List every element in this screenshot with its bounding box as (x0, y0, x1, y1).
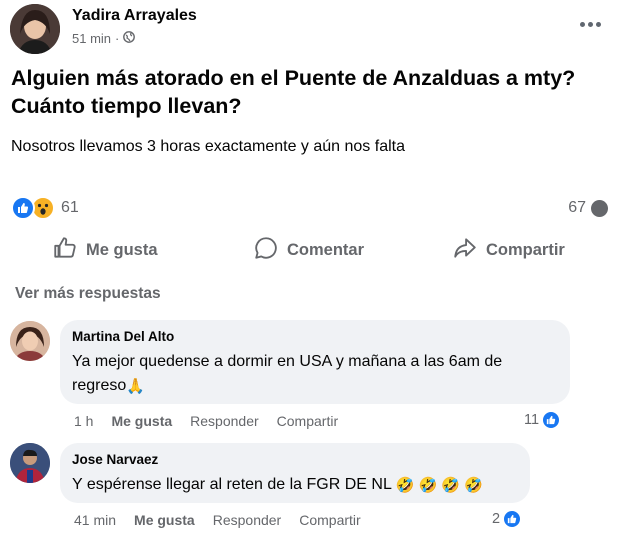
share-button[interactable]: Compartir (452, 232, 565, 268)
comment-count-value: 67 (568, 199, 586, 216)
comment-like-button[interactable]: Me gusta (134, 512, 195, 528)
comment-text: Y espérense llegar al reten de la FGR DE… (72, 473, 518, 498)
author-name[interactable]: Yadira Arrayales (72, 7, 197, 25)
rofl-emoji-icon: 🤣 🤣 🤣 🤣 (395, 477, 483, 494)
comment-reply-button[interactable]: Responder (213, 512, 282, 528)
comment-button[interactable]: Comentar (253, 232, 364, 268)
like-button[interactable]: Me gusta (52, 232, 158, 268)
like-button-label: Me gusta (86, 240, 158, 259)
like-reaction-icon (502, 509, 523, 529)
share-button-label: Compartir (486, 240, 565, 259)
comment-icon (253, 235, 279, 266)
more-replies-link[interactable]: Ver más respuestas (15, 285, 161, 303)
comment-bubble: Martina Del Alto Ya mejor quedense a dor… (60, 320, 570, 404)
post-body: Nosotros llevamos 3 horas exactamente y … (11, 138, 405, 155)
comment-bubble-icon (591, 199, 608, 217)
post-meta: 51 min · (72, 31, 136, 46)
comment-share-button[interactable]: Compartir (299, 512, 360, 528)
comment-text: Ya mejor quedense a dormir en USA y maña… (72, 350, 558, 399)
commenter-name[interactable]: Jose Narvaez (72, 451, 518, 469)
comment-footer: 1 h Me gusta Responder Compartir (74, 413, 338, 429)
comment-reaction-count[interactable]: 2 (492, 509, 523, 529)
comment-reaction-value: 11 (524, 412, 540, 428)
commenter-avatar[interactable] (10, 443, 50, 483)
comment-footer: 41 min Me gusta Responder Compartir (74, 512, 361, 528)
reaction-count: 61 (61, 199, 79, 216)
comment-reaction-count[interactable]: 11 (524, 410, 562, 430)
post-title: Alguien más atorado en el Puente de Anza… (11, 66, 576, 118)
action-bar: Me gusta Comentar Compartir (0, 232, 618, 268)
globe-icon (123, 31, 136, 46)
comment-like-button[interactable]: Me gusta (111, 413, 172, 429)
comment-time[interactable]: 1 h (74, 413, 93, 429)
comment-count[interactable]: 67 (568, 199, 608, 217)
post-time[interactable]: 51 min (72, 31, 111, 46)
share-arrow-icon (452, 235, 478, 266)
comment-bubble: Jose Narvaez Y espérense llegar al reten… (60, 443, 530, 503)
pray-emoji-icon: 🙏 (126, 378, 145, 395)
meta-separator: · (115, 31, 120, 46)
author-avatar[interactable] (10, 4, 60, 54)
commenter-avatar[interactable] (10, 321, 50, 361)
comment-share-button[interactable]: Compartir (277, 413, 338, 429)
comment-reply-button[interactable]: Responder (190, 413, 259, 429)
comment-reaction-value: 2 (492, 511, 501, 527)
reactions-summary[interactable]: 61 (11, 196, 79, 220)
thumbs-up-icon (52, 235, 78, 266)
more-options-icon[interactable] (576, 14, 604, 34)
commenter-name[interactable]: Martina Del Alto (72, 328, 558, 346)
comment-text-body: Y espérense llegar al reten de la FGR DE… (72, 476, 392, 493)
like-reaction-icon (11, 196, 35, 220)
comment-time[interactable]: 41 min (74, 512, 116, 528)
like-reaction-icon (541, 410, 562, 430)
post-header: Yadira Arrayales 51 min · (10, 4, 610, 54)
comment-button-label: Comentar (287, 240, 365, 259)
